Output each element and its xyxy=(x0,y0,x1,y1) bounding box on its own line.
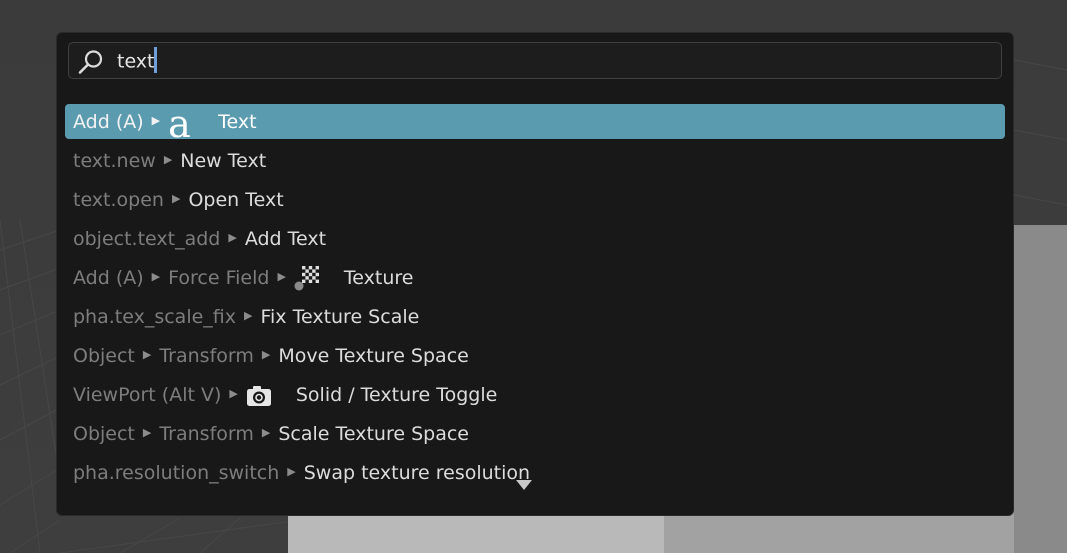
chevron-right-icon: ▶ xyxy=(261,426,271,439)
search-result-item[interactable]: text.open ▶ Open Text xyxy=(65,182,1005,217)
search-result-item[interactable]: object.text_add ▶ Add Text xyxy=(65,221,1005,256)
chevron-right-icon: ▶ xyxy=(228,231,237,244)
result-label: Add Text xyxy=(244,227,327,250)
result-breadcrumb: Object xyxy=(73,422,135,445)
chevron-right-icon: ▶ xyxy=(287,465,296,478)
operator-search-popup: text Add (A) ▶ a Text text.new ▶ New Text text.… xyxy=(56,32,1014,516)
chevron-right-icon: ▶ xyxy=(142,348,152,361)
camera-icon xyxy=(246,385,271,406)
viewport-mesh xyxy=(1010,225,1067,553)
result-breadcrumb: pha.tex_scale_fix xyxy=(73,305,237,328)
chevron-right-icon: ▶ xyxy=(244,309,253,322)
chevron-right-icon: ▶ xyxy=(229,387,238,400)
chevron-right-icon: ▶ xyxy=(142,426,152,439)
result-label: Swap texture resolution xyxy=(303,461,531,484)
search-result-item[interactable]: text.new ▶ New Text xyxy=(65,143,1005,178)
text-object-icon: a xyxy=(168,101,191,146)
chevron-right-icon: ▶ xyxy=(151,114,161,127)
search-result-item[interactable]: pha.resolution_switch ▶ Swap texture resol… xyxy=(65,455,1005,490)
chevron-right-icon: ▶ xyxy=(151,270,161,283)
result-label: Fix Texture Scale xyxy=(260,305,420,328)
result-label: Open Text xyxy=(188,188,284,211)
search-result-item[interactable]: Add (A) ▶ a Text xyxy=(65,101,1005,146)
viewport-mesh xyxy=(664,512,1014,553)
result-breadcrumb: text.new xyxy=(73,149,156,172)
search-result-item[interactable]: Object ▶ Transform ▶ Move Texture Space xyxy=(65,338,1005,373)
result-label: Text xyxy=(218,110,257,133)
result-label: Scale Texture Space xyxy=(278,422,469,445)
result-breadcrumb: Force Field xyxy=(168,266,270,289)
chevron-right-icon: ▶ xyxy=(261,348,271,361)
result-breadcrumb: pha.resolution_switch xyxy=(73,461,280,484)
search-input[interactable]: text xyxy=(68,42,1002,79)
search-result-item[interactable]: Add (A) ▶ Force Field ▶ Texture xyxy=(65,260,1005,295)
search-icon xyxy=(78,50,103,74)
result-breadcrumb: ViewPort (Alt V) xyxy=(73,383,222,406)
search-results-list: Add (A) ▶ a Text text.new ▶ New Text text.open ▶… xyxy=(65,104,1005,494)
search-result-item[interactable]: ViewPort (Alt V) ▶ Solid / Texture Toggle xyxy=(65,377,1005,412)
result-breadcrumb: Add (A) xyxy=(73,110,144,133)
search-query: text xyxy=(117,47,157,75)
search-result-item[interactable]: pha.tex_scale_fix ▶ Fix Texture Scale xyxy=(65,299,1005,334)
result-breadcrumb: Object xyxy=(73,344,135,367)
scroll-down-icon[interactable] xyxy=(516,480,532,490)
result-label: Solid / Texture Toggle xyxy=(295,383,498,406)
result-breadcrumb: object.text_add xyxy=(73,227,221,250)
result-breadcrumb: Transform xyxy=(159,422,254,445)
text-caret xyxy=(153,47,157,73)
result-breadcrumb: Add (A) xyxy=(73,266,144,289)
chevron-right-icon: ▶ xyxy=(171,192,181,205)
chevron-right-icon: ▶ xyxy=(163,153,173,166)
texture-icon xyxy=(294,265,319,290)
result-label: New Text xyxy=(180,149,267,172)
result-breadcrumb: text.open xyxy=(73,188,164,211)
result-breadcrumb: Transform xyxy=(159,344,254,367)
search-result-item[interactable]: Object ▶ Transform ▶ Scale Texture Space xyxy=(65,416,1005,451)
result-label: Move Texture Space xyxy=(278,344,469,367)
result-label: Texture xyxy=(343,266,414,289)
chevron-right-icon: ▶ xyxy=(277,270,286,283)
viewport-mesh xyxy=(288,512,668,553)
